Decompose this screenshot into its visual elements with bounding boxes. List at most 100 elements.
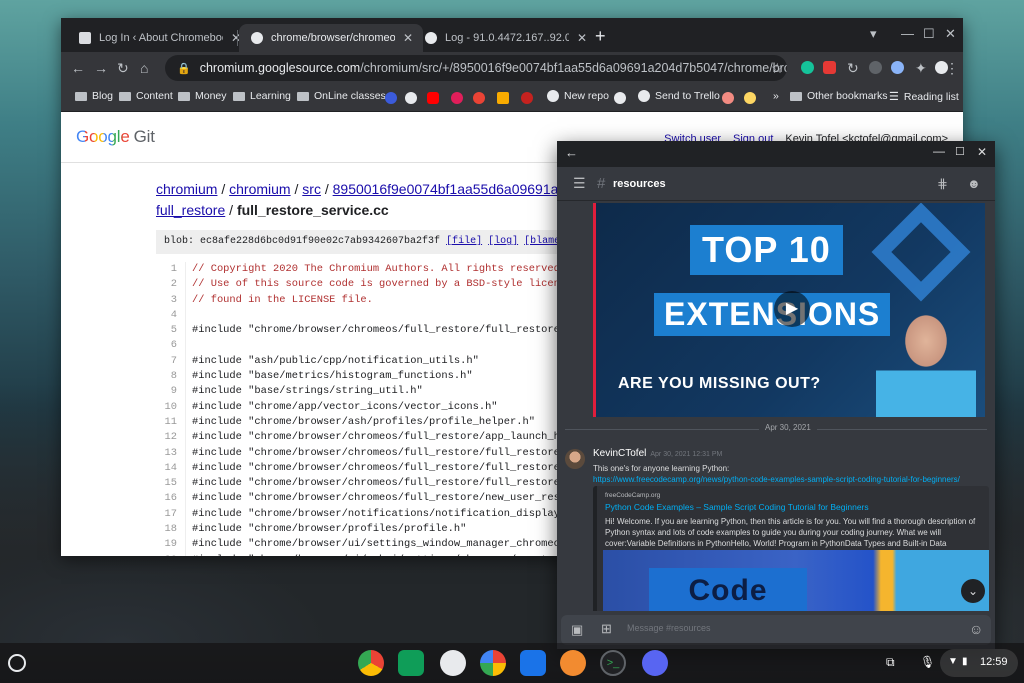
launcher-icon[interactable]	[8, 654, 26, 672]
close-window-button[interactable]: ✕	[945, 26, 956, 42]
github-icon[interactable]	[614, 92, 626, 104]
bookmark-site-icon[interactable]	[722, 92, 734, 104]
line-number[interactable]: 6	[156, 338, 186, 354]
line-number[interactable]: 14	[156, 460, 186, 477]
bookmark-folder-money[interactable]: Money	[178, 90, 227, 102]
bookmark-site-icon[interactable]	[497, 92, 509, 104]
threads-icon[interactable]: ⋕	[937, 176, 948, 192]
bookmark-star-icon[interactable]: ☆	[771, 60, 784, 76]
line-number[interactable]: 8	[156, 369, 186, 385]
line-number[interactable]: 10	[156, 399, 186, 415]
image-upload-icon[interactable]: ▣	[571, 622, 583, 638]
bookmark-send-to-trello[interactable]: Send to Trello	[638, 90, 720, 102]
line-number[interactable]: 19	[156, 537, 186, 553]
close-tab-icon[interactable]: ✕	[577, 31, 587, 45]
reading-list[interactable]: ☰ Reading list	[889, 90, 959, 104]
line-number[interactable]: 13	[156, 445, 186, 461]
microphone-icon[interactable]: 🎙	[920, 655, 935, 669]
tab-login[interactable]: Log In ‹ About Chromebooks — W ✕	[67, 24, 251, 52]
line-number[interactable]: 9	[156, 384, 186, 400]
line-number[interactable]: 3	[156, 292, 186, 308]
line-number[interactable]: 11	[156, 414, 186, 431]
play-icon[interactable]: ▶	[774, 291, 810, 327]
tab-chromium-source[interactable]: chrome/browser/chromeos/full... ✕	[239, 24, 424, 52]
message-input[interactable]	[627, 623, 947, 633]
bookmark-folder-learning[interactable]: Learning	[233, 90, 291, 102]
tab-search-icon[interactable]: ▾	[870, 26, 877, 42]
kebab-menu-icon[interactable]: ⋮	[945, 60, 959, 76]
line-number[interactable]: 5	[156, 323, 186, 339]
terminal-icon[interactable]: >_	[600, 650, 626, 676]
grammarly-extension-icon[interactable]	[801, 61, 814, 74]
message-link[interactable]: https://www.freecodecamp.org/news/python…	[593, 475, 960, 484]
bookmark-site-icon[interactable]	[521, 92, 533, 104]
author-name[interactable]: KevinCTofel	[593, 448, 646, 459]
other-bookmarks[interactable]: Other bookmarks	[790, 90, 888, 102]
reload-icon[interactable]: ↻	[117, 60, 129, 76]
line-number[interactable]: 18	[156, 522, 186, 538]
close-window-button[interactable]: ✕	[977, 145, 987, 159]
new-tab-button[interactable]: +	[595, 26, 606, 47]
home-icon[interactable]: ⌂	[140, 60, 148, 76]
back-icon[interactable]: ←	[71, 60, 85, 76]
line-number[interactable]: 4	[156, 307, 186, 324]
crumb-chromium-host[interactable]: chromium	[156, 181, 217, 197]
back-arrow-icon[interactable]: ←	[565, 145, 578, 160]
line-number[interactable]: 15	[156, 476, 186, 492]
close-tab-icon[interactable]: ✕	[403, 31, 413, 45]
member-list-icon[interactable]: ☻	[967, 176, 981, 191]
chrome-app-icon[interactable]	[358, 650, 384, 676]
line-number[interactable]: 12	[156, 430, 186, 446]
log-link[interactable]: [log]	[488, 236, 518, 247]
bookmark-folder-blog[interactable]: Blog	[75, 90, 113, 102]
crumb-chromium-project[interactable]: chromium	[229, 181, 290, 197]
emoji-icon[interactable]: ☺	[969, 621, 983, 637]
red-extension-icon[interactable]	[823, 61, 836, 74]
maximize-button[interactable]: ☐	[923, 26, 935, 42]
gift-icon[interactable]: ⊞	[601, 621, 612, 637]
line-number[interactable]: 20	[156, 552, 186, 556]
embed-title[interactable]: Python Code Examples – Sample Script Cod…	[605, 502, 981, 512]
line-number[interactable]: 1	[156, 262, 186, 278]
avatar[interactable]	[565, 449, 585, 469]
embed-image[interactable]: Code	[603, 550, 989, 611]
bookmark-new-repo[interactable]: New repo	[547, 90, 609, 102]
puzzle-extensions-icon[interactable]: ✦	[915, 60, 927, 76]
google-meet-icon[interactable]	[398, 650, 424, 676]
line-number[interactable]: 2	[156, 277, 186, 293]
bookmark-folder-online-classes[interactable]: OnLine classes	[297, 90, 386, 102]
google-photos-icon[interactable]	[480, 650, 506, 676]
more-bookmarks-chevron[interactable]: »	[773, 90, 779, 102]
flask-icon[interactable]	[405, 92, 417, 104]
crumb-commit[interactable]: 8950016f9e0074bf1aa55d6a09691a2	[333, 181, 567, 197]
youtube-icon[interactable]	[427, 92, 439, 104]
app-icon[interactable]	[560, 650, 586, 676]
bookmark-site-icon[interactable]	[385, 92, 397, 104]
jump-to-present-chevron-icon[interactable]: ⌄	[961, 579, 985, 603]
extension-icon[interactable]	[869, 61, 882, 74]
slack-icon[interactable]	[451, 92, 463, 104]
holding-space-icon[interactable]: ⧉	[886, 655, 895, 670]
bookmark-site-icon[interactable]	[473, 92, 485, 104]
vpn-extension-icon[interactable]	[891, 61, 904, 74]
google-git-logo[interactable]: Google Git	[76, 127, 155, 147]
video-thumbnail[interactable]: TOP 10 EXTENSIONS ARE YOU MISSING OUT? ▶	[593, 203, 985, 417]
minimize-button[interactable]: —	[933, 144, 945, 158]
crumb-src[interactable]: src	[302, 181, 321, 197]
forward-icon[interactable]: →	[94, 60, 108, 76]
line-number[interactable]: 7	[156, 353, 186, 370]
bookmark-folder-content[interactable]: Content	[119, 90, 173, 102]
line-number[interactable]: 16	[156, 491, 186, 507]
minimize-button[interactable]: —	[901, 26, 914, 41]
security-key-app-icon[interactable]	[440, 650, 466, 676]
line-number[interactable]: 17	[156, 506, 186, 523]
crumb-full-restore[interactable]: full_restore	[156, 202, 225, 218]
address-bar[interactable]: 🔒 chromium.googlesource.com /chromium/sr…	[165, 55, 787, 81]
status-tray[interactable]: ▼ ▮ 12:59	[940, 649, 1018, 677]
hamburger-menu-icon[interactable]: ☰	[573, 175, 586, 192]
discord-app-icon[interactable]	[642, 650, 668, 676]
file-link[interactable]: [file]	[446, 236, 482, 247]
files-app-icon[interactable]	[520, 650, 546, 676]
maximize-button[interactable]: ☐	[955, 145, 965, 158]
refresh-extension-icon[interactable]: ↻	[847, 60, 859, 76]
